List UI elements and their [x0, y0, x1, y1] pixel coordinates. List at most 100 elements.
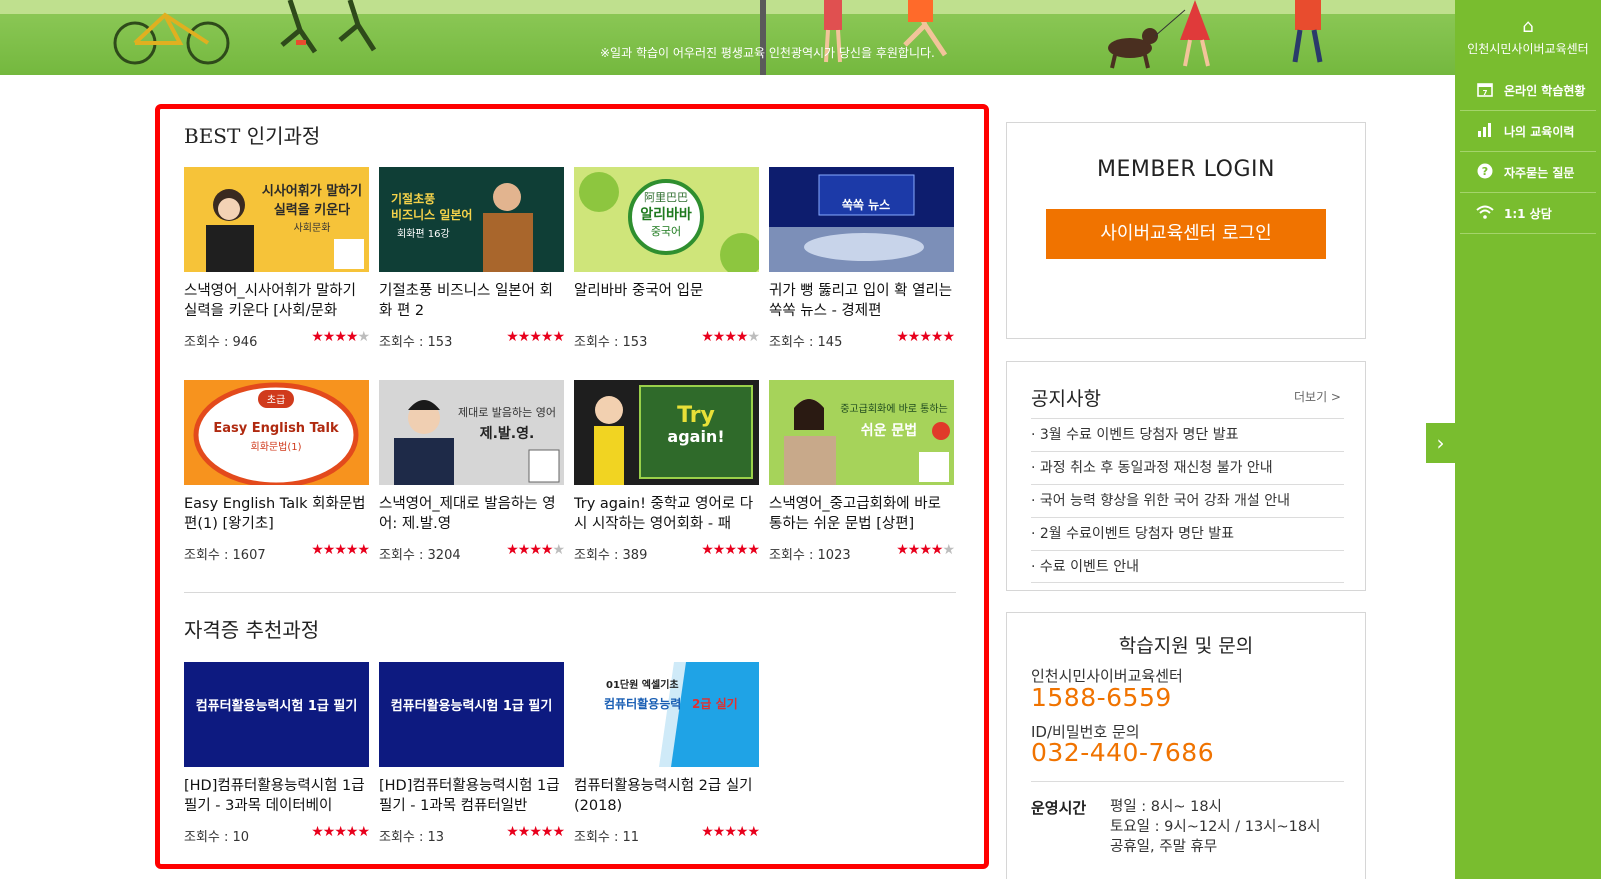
view-count: 조회수 : 1023 — [769, 548, 851, 563]
svg-text:01단원 엑셀기초: 01단원 엑셀기초 — [606, 678, 679, 691]
quick-menu-sidebar: ⌂ 인천시민사이버교육센터 7 온라인 학습현황 나의 교육이력 ? 자주묻는 … — [1455, 0, 1601, 879]
course-card[interactable]: 쏙쏙 뉴스 귀가 뻥 뚫리고 입이 확 열리는 쏙쏙 뉴스 - 경제편 조회수 … — [769, 167, 955, 350]
svg-text:시사어휘가 말하기: 시사어휘가 말하기 — [262, 183, 362, 199]
sidebar-item-education-history[interactable]: 나의 교육이력 — [1460, 112, 1596, 152]
notice-more-link[interactable]: 더보기 > — [1294, 388, 1341, 405]
rating-stars: ★★★★★ — [311, 824, 370, 840]
course-meta: 조회수 : 13 ★★★★★ — [379, 824, 565, 845]
course-title[interactable]: Try again! 중학교 영어로 다시 시작하는 영어회화 - 패 — [574, 494, 759, 534]
course-card[interactable]: 중고급회화에 바로 통하는 쉬운 문법 스낵영어_중고급회화에 바로 통하는 쉬… — [769, 380, 955, 563]
course-title[interactable]: [HD]컴퓨터활용능력시험 1급 필기 - 3과목 데이터베이 — [184, 776, 369, 816]
svg-text:비즈니스 일본어: 비즈니스 일본어 — [391, 207, 472, 222]
rating-stars: ★★★★★ — [311, 329, 370, 345]
course-title[interactable]: 스낵영어_시사어휘가 말하기 실력을 키운다 [사회/문화 — [184, 281, 369, 321]
sidebar-item-faq[interactable]: ? 자주묻는 질문 — [1460, 153, 1596, 193]
course-meta: 조회수 : 10 ★★★★★ — [184, 824, 370, 845]
sidebar-toggle-button[interactable]: › — [1426, 423, 1455, 463]
sidebar-item-consultation[interactable]: 1:1 상담 — [1460, 194, 1596, 234]
view-count: 조회수 : 153 — [574, 335, 648, 350]
course-thumbnail[interactable]: 01단원 엑셀기초 컴퓨터활용능력 2급 실기 — [574, 662, 759, 767]
id-inquiry-phone: 032-440-7686 — [1031, 738, 1215, 767]
svg-text:기절초풍: 기절초풍 — [391, 191, 435, 206]
course-card[interactable]: 시사어휘가 말하기 실력을 키운다 사회문화 스낵영어_시사어휘가 말하기 실력… — [184, 167, 370, 350]
course-card[interactable]: 초급 Easy English Talk 회화문법(1) Easy Englis… — [184, 380, 370, 563]
course-thumbnail[interactable]: 중고급회화에 바로 통하는 쉬운 문법 — [769, 380, 954, 485]
course-title[interactable]: 기절초풍 비즈니스 일본어 회화 편 2 — [379, 281, 564, 321]
thumbnail-art: 시사어휘가 말하기 실력을 키운다 사회문화 — [184, 167, 369, 272]
hours-holiday: 공휴일, 주말 휴무 — [1110, 839, 1218, 855]
course-meta: 조회수 : 153 ★★★★★ — [574, 329, 760, 350]
hours-list: 평일 : 8시~ 18시 토요일 : 9시~12시 / 13시~18시 공휴일,… — [1110, 797, 1320, 857]
center-phone: 1588-6559 — [1031, 683, 1172, 712]
top-banner: ※일과 학습이 어우러진 평생교육 인천광역시가 당신을 후원합니다. — [0, 0, 1455, 75]
wifi-icon — [1474, 205, 1496, 223]
sidebar-item-online-status[interactable]: 7 온라인 학습현황 — [1460, 71, 1596, 111]
course-title[interactable]: 컴퓨터활용능력시험 2급 실기(2018) — [574, 776, 759, 816]
course-thumbnail[interactable]: 컴퓨터활용능력시험 1급 필기 — [184, 662, 369, 767]
sidebar-home-link[interactable]: ⌂ 인천시민사이버교육센터 — [1455, 18, 1601, 57]
view-count: 조회수 : 946 — [184, 335, 258, 350]
rating-stars: ★★★★★ — [311, 542, 370, 558]
course-card[interactable]: 01단원 엑셀기초 컴퓨터활용능력 2급 실기 컴퓨터활용능력시험 2급 실기(… — [574, 662, 760, 845]
thumbnail-art: 쏙쏙 뉴스 — [769, 167, 954, 272]
login-title: MEMBER LOGIN — [1097, 157, 1275, 182]
svg-text:阿里巴巴: 阿里巴巴 — [644, 191, 688, 204]
rating-stars: ★★★★★ — [506, 824, 565, 840]
view-count: 조회수 : 11 — [574, 830, 640, 845]
course-title[interactable]: 스낵영어_제대로 발음하는 영어: 제.발.영 — [379, 494, 564, 534]
course-title[interactable]: Easy English Talk 회화문법 편(1) [왕기초] — [184, 494, 369, 534]
cyber-center-login-button[interactable]: 사이버교육센터 로그인 — [1046, 209, 1326, 259]
course-title[interactable]: 스낵영어_중고급회화에 바로 통하는 쉬운 문법 [상편] — [769, 494, 954, 534]
course-thumbnail[interactable]: 컴퓨터활용능력시험 1급 필기 — [379, 662, 564, 767]
course-thumbnail[interactable]: 초급 Easy English Talk 회화문법(1) — [184, 380, 369, 485]
course-title[interactable]: [HD]컴퓨터활용능력시험 1급 필기 - 1과목 컴퓨터일반 — [379, 776, 564, 816]
course-meta: 조회수 : 1023 ★★★★★ — [769, 542, 955, 563]
course-meta: 조회수 : 1607 ★★★★★ — [184, 542, 370, 563]
runners-illustration — [280, 0, 377, 54]
course-thumbnail[interactable]: Try again! — [574, 380, 759, 485]
svg-text:중국어: 중국어 — [651, 225, 681, 238]
sidebar-item-label: 자주묻는 질문 — [1504, 166, 1575, 180]
course-thumbnail[interactable]: 기절초풍 비즈니스 일본어 회화편 16강 — [379, 167, 564, 272]
course-card[interactable]: 컴퓨터활용능력시험 1급 필기 [HD]컴퓨터활용능력시험 1급 필기 - 3과… — [184, 662, 370, 845]
thumbnail-art: 중고급회화에 바로 통하는 쉬운 문법 — [769, 380, 954, 485]
course-card[interactable]: 컴퓨터활용능력시험 1급 필기 [HD]컴퓨터활용능력시험 1급 필기 - 1과… — [379, 662, 565, 845]
rating-stars: ★★★★★ — [506, 542, 565, 558]
sidebar-home-label: 인천시민사이버교육센터 — [1467, 42, 1589, 56]
course-meta: 조회수 : 946 ★★★★★ — [184, 329, 370, 350]
svg-text:실력을 키운다: 실력을 키운다 — [274, 202, 350, 218]
course-card[interactable]: 阿里巴巴 알리바바 중국어 알리바바 중국어 입문 조회수 : 153 ★★★★… — [574, 167, 760, 350]
thumbnail-art: 阿里巴巴 알리바바 중국어 — [574, 167, 759, 272]
bicycle-illustration — [113, 12, 230, 65]
svg-text:Easy English Talk: Easy English Talk — [213, 421, 339, 436]
svg-text:again!: again! — [667, 427, 724, 446]
view-count: 조회수 : 3204 — [379, 548, 461, 563]
notice-item[interactable]: · 수료 이벤트 안내 — [1031, 550, 1344, 583]
course-title[interactable]: 귀가 뻥 뚫리고 입이 확 열리는 쏙쏙 뉴스 - 경제편 — [769, 281, 954, 321]
course-title[interactable]: 알리바바 중국어 입문 — [574, 281, 759, 321]
lamp-pole — [760, 0, 766, 75]
course-thumbnail[interactable]: 제대로 발음하는 영어 제.발.영. — [379, 380, 564, 485]
course-thumbnail[interactable]: 시사어휘가 말하기 실력을 키운다 사회문화 — [184, 167, 369, 272]
course-meta: 조회수 : 153 ★★★★★ — [379, 329, 565, 350]
notice-item[interactable]: · 과정 취소 후 동일과정 재신청 불가 안내 — [1031, 451, 1344, 484]
notice-item[interactable]: · 국어 능력 향상을 위한 국어 강좌 개설 안내 — [1031, 484, 1344, 517]
svg-text:제대로 발음하는 영어: 제대로 발음하는 영어 — [458, 405, 556, 419]
thumbnail-art: 01단원 엑셀기초 컴퓨터활용능력 2급 실기 — [574, 662, 759, 767]
notice-item[interactable]: · 2월 수료이벤트 당첨자 명단 발표 — [1031, 517, 1344, 550]
svg-text:사회문화: 사회문화 — [294, 222, 331, 234]
notice-item[interactable]: · 3월 수료 이벤트 당첨자 명단 발표 — [1031, 418, 1344, 451]
course-card[interactable]: 기절초풍 비즈니스 일본어 회화편 16강 기절초풍 비즈니스 일본어 회화 편… — [379, 167, 565, 350]
course-card[interactable]: Try again! Try again! 중학교 영어로 다시 시작하는 영어… — [574, 380, 760, 563]
course-meta: 조회수 : 11 ★★★★★ — [574, 824, 760, 845]
rating-stars: ★★★★★ — [701, 329, 760, 345]
sidebar-item-label: 1:1 상담 — [1504, 207, 1552, 221]
support-panel: 학습지원 및 문의 인천시민사이버교육센터 1588-6559 ID/비밀번호 … — [1006, 612, 1366, 879]
view-count: 조회수 : 13 — [379, 830, 445, 845]
svg-text:회화편 16강: 회화편 16강 — [397, 228, 450, 240]
svg-text:2급 실기: 2급 실기 — [692, 696, 738, 711]
hours-weekday: 평일 : 8시~ 18시 — [1110, 799, 1222, 815]
course-thumbnail[interactable]: 阿里巴巴 알리바바 중국어 — [574, 167, 759, 272]
course-card[interactable]: 제대로 발음하는 영어 제.발.영. 스낵영어_제대로 발음하는 영어: 제.발… — [379, 380, 565, 563]
course-thumbnail[interactable]: 쏙쏙 뉴스 — [769, 167, 954, 272]
